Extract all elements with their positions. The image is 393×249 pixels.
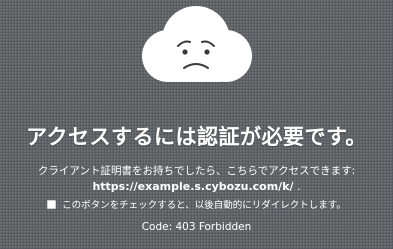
certificate-message: クライアント証明書をお持ちでしたら、こちらでアクセスできます: [37,165,356,177]
error-code: Code: 403 Forbidden [141,221,252,233]
page-title: アクセスするには認証が必要です。 [26,125,367,149]
auto-redirect-checkbox[interactable] [47,199,57,209]
sad-cloud-icon [142,6,252,82]
auto-redirect-label: このボタンをチェックすると、以後自動的にリダイレクトします。 [62,200,346,211]
url-suffix: . [293,180,301,193]
redirect-url-line: https://example.s.cybozu.com/k/ . [0,180,393,193]
auto-redirect-option: このボタンをチェックすると、以後自動的にリダイレクトします。 [0,197,393,211]
redirect-url-link[interactable]: https://example.s.cybozu.com/k/ [92,180,293,193]
